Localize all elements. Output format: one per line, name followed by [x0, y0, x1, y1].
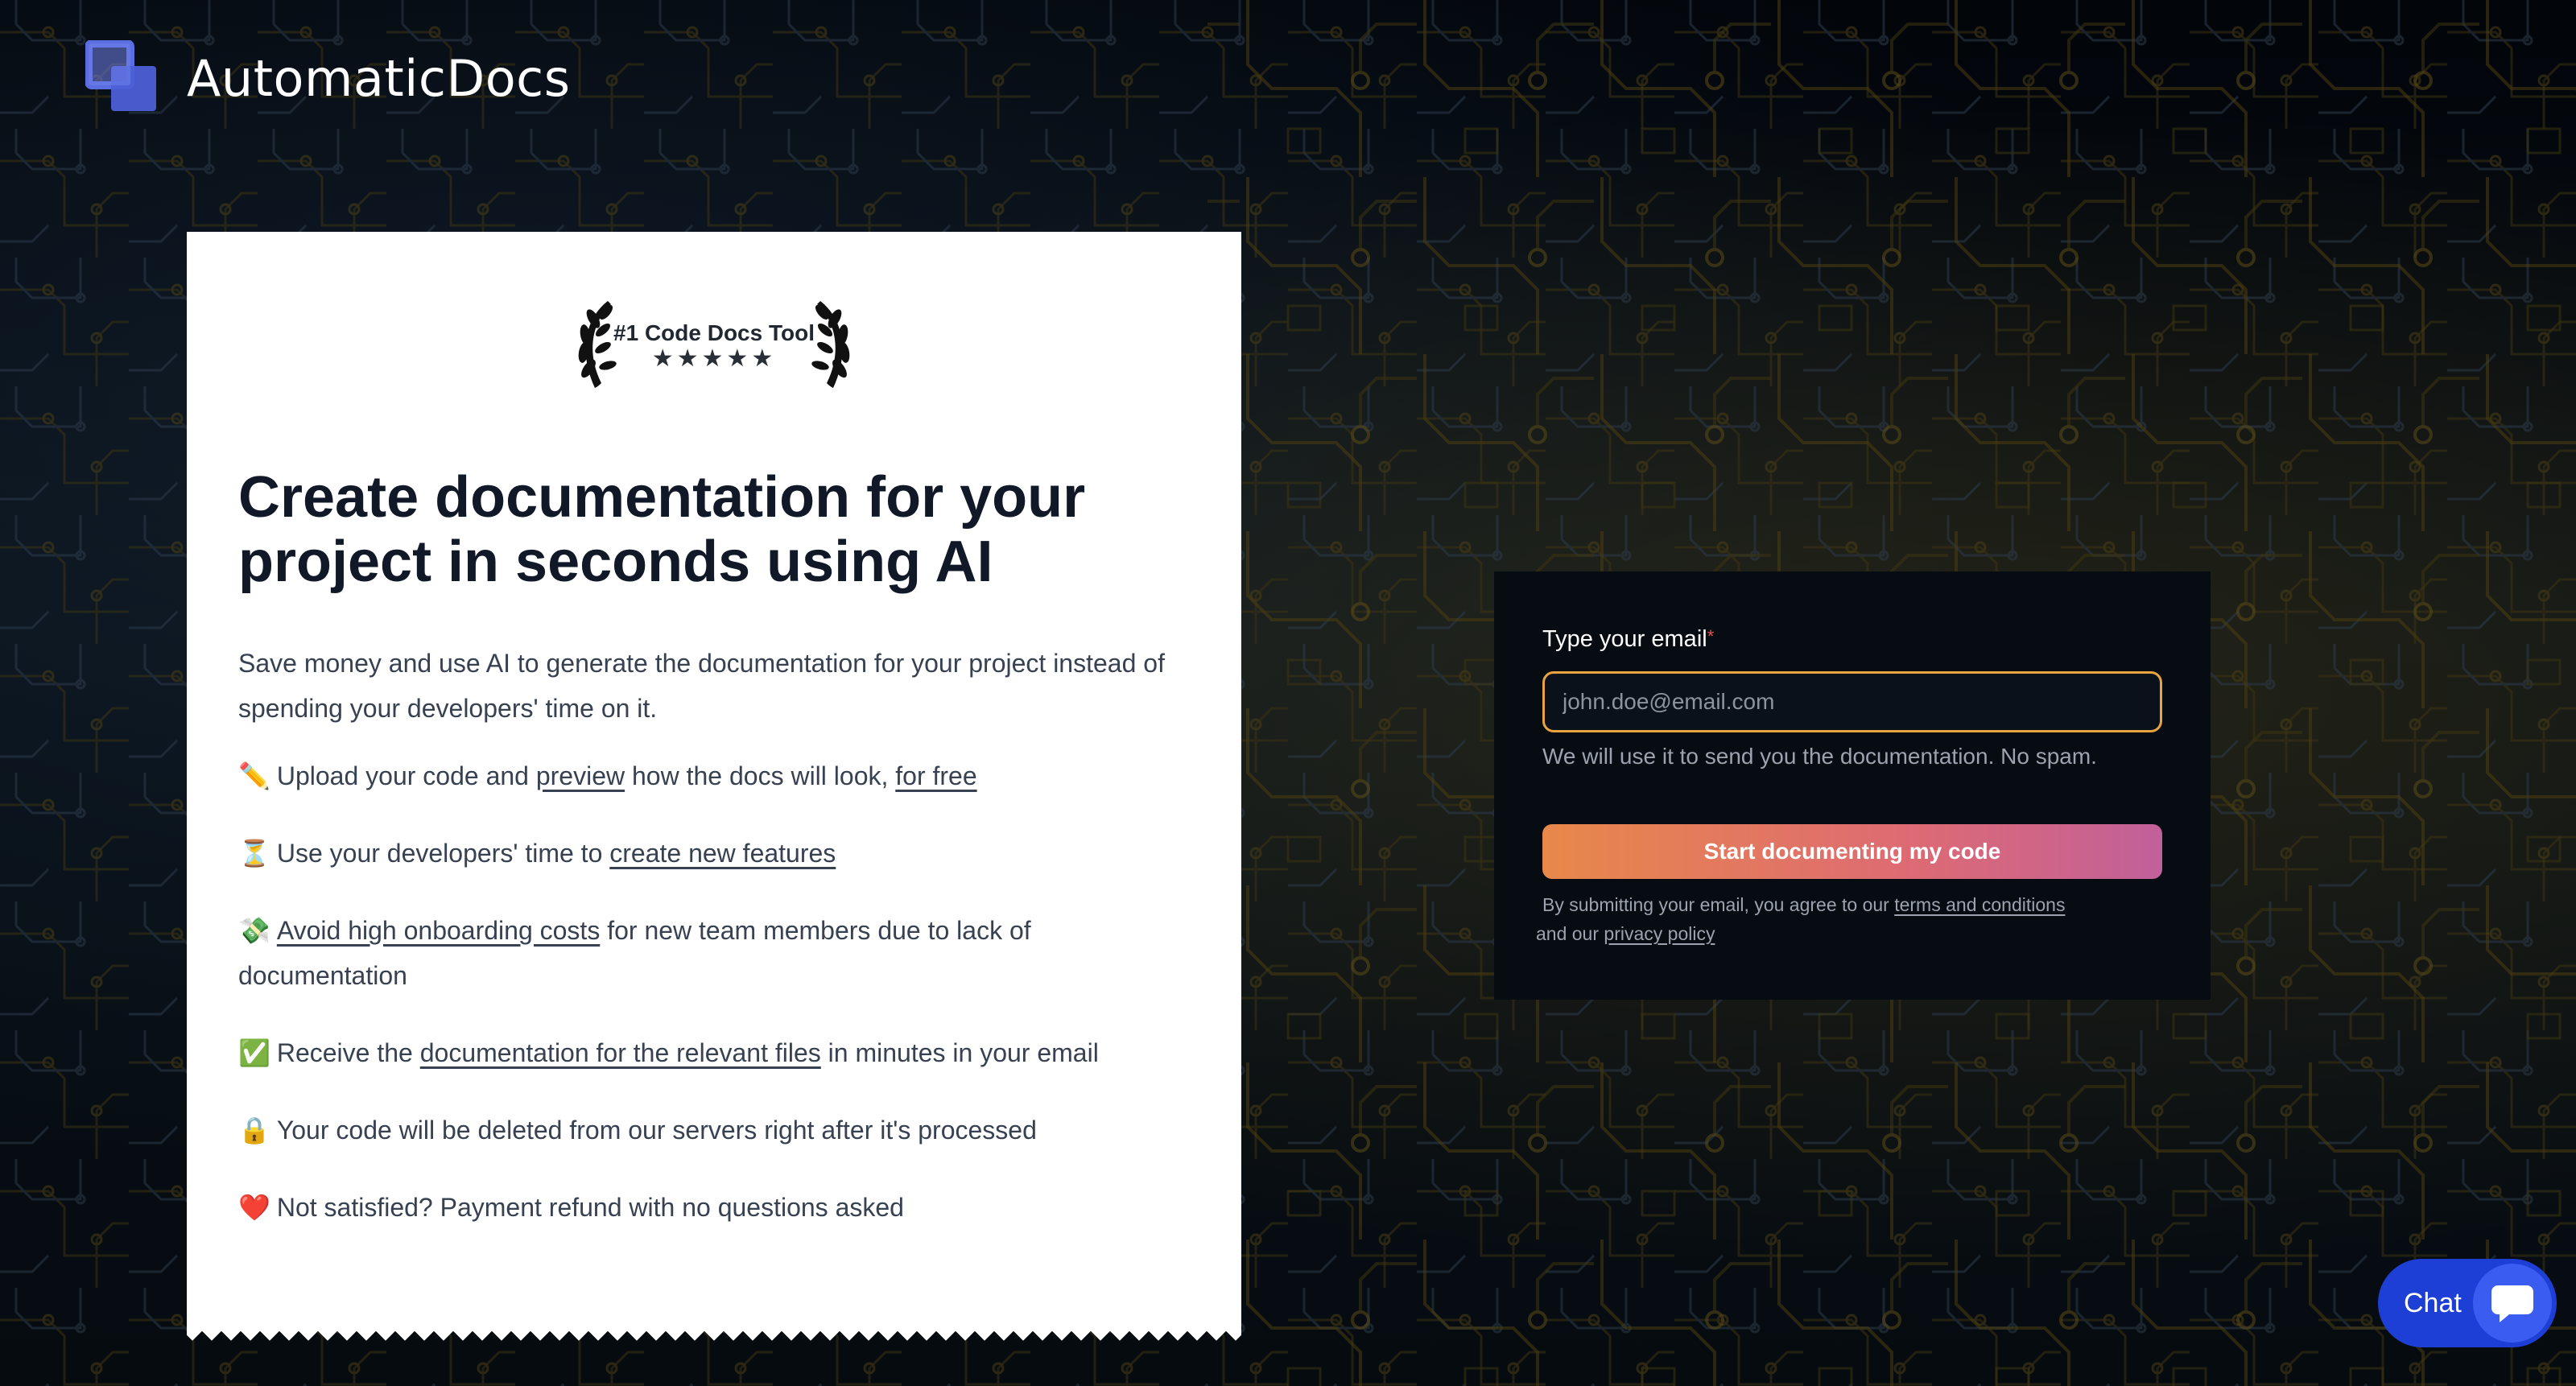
list-item: ✅ Receive the documentation for the relev… [238, 1030, 1188, 1075]
email-field[interactable] [1542, 671, 2162, 732]
list-item-text: Upload your code and [276, 761, 536, 790]
speech-bubble-icon [2491, 1285, 2533, 1322]
email-hint: We will use it to send you the documenta… [1542, 744, 2097, 769]
email-label-text: Type your email [1542, 626, 1707, 652]
site-header: AutomaticDocs [85, 40, 571, 116]
terms-link[interactable]: terms and conditions [1894, 894, 2065, 915]
list-item: 🔒 Your code will be deleted from our serv… [238, 1108, 1188, 1153]
star-rating: ★★★★★ [651, 345, 777, 372]
relevant-files-link[interactable]: documentation for the relevant files [420, 1038, 821, 1067]
list-item: ❤️ Not satisfied? Payment refund with no … [238, 1185, 1188, 1230]
brand-name[interactable]: AutomaticDocs [187, 49, 571, 108]
create-new-features-link[interactable]: create new features [609, 839, 836, 868]
email-signup-form: Type your email* We will use it to send … [1494, 571, 2211, 1000]
legal-text: By submitting your email, you agree to o… [1542, 894, 1895, 915]
list-item-text: Your code will be deleted from our serve… [276, 1116, 1037, 1145]
logo-icon[interactable] [85, 40, 161, 116]
list-item-text: in minutes in your email [820, 1038, 1099, 1067]
heart-icon: ❤️ [238, 1193, 270, 1222]
for-free-link[interactable]: for free [895, 761, 976, 790]
legal-notice: By submitting your email, you agree to o… [1536, 890, 2170, 948]
legal-text: and our [1536, 923, 1604, 944]
pencil-icon: ✏️ [238, 761, 270, 790]
chat-widget-button[interactable]: Chat [2378, 1259, 2557, 1347]
lock-icon: 🔒 [238, 1116, 270, 1145]
email-label: Type your email* [1542, 626, 1714, 653]
list-item-text: how the docs will look, [625, 761, 896, 790]
hourglass-icon: ⏳ [238, 839, 270, 868]
list-item-text: Use your developers' time to [276, 839, 610, 868]
list-item-text: Receive the [276, 1038, 420, 1067]
list-item: ⏳ Use your developers' time to create new… [238, 831, 1188, 876]
preview-link[interactable]: preview [536, 761, 625, 790]
privacy-link[interactable]: privacy policy [1604, 923, 1715, 944]
required-mark: * [1707, 626, 1715, 646]
award-badge: #1 Code Docs Tool ★★★★★ [563, 293, 865, 394]
list-item: ✏️ Upload your code and preview how the d… [238, 753, 1188, 798]
money-icon: 💸 [238, 916, 270, 945]
check-icon: ✅ [238, 1038, 270, 1067]
page-title: Create documentation for your project in… [238, 465, 1086, 594]
feature-list: ✏️ Upload your code and preview how the d… [238, 753, 1188, 1262]
list-item: 💸 Avoid high onboarding costs for new tea… [238, 908, 1188, 998]
start-documenting-button[interactable]: Start documenting my code [1542, 824, 2162, 879]
intro-text: Save money and use AI to generate the do… [238, 649, 1165, 723]
badge-title: #1 Code Docs Tool [613, 320, 815, 345]
list-item-text: Not satisfied? Payment refund with no qu… [276, 1193, 904, 1222]
chat-label: Chat [2404, 1287, 2462, 1318]
chat-bubble-icon [2473, 1264, 2552, 1343]
features-card: #1 Code Docs Tool ★★★★★ Create documenta… [187, 232, 1241, 1341]
onboarding-costs-link[interactable]: Avoid high onboarding costs [277, 916, 600, 945]
